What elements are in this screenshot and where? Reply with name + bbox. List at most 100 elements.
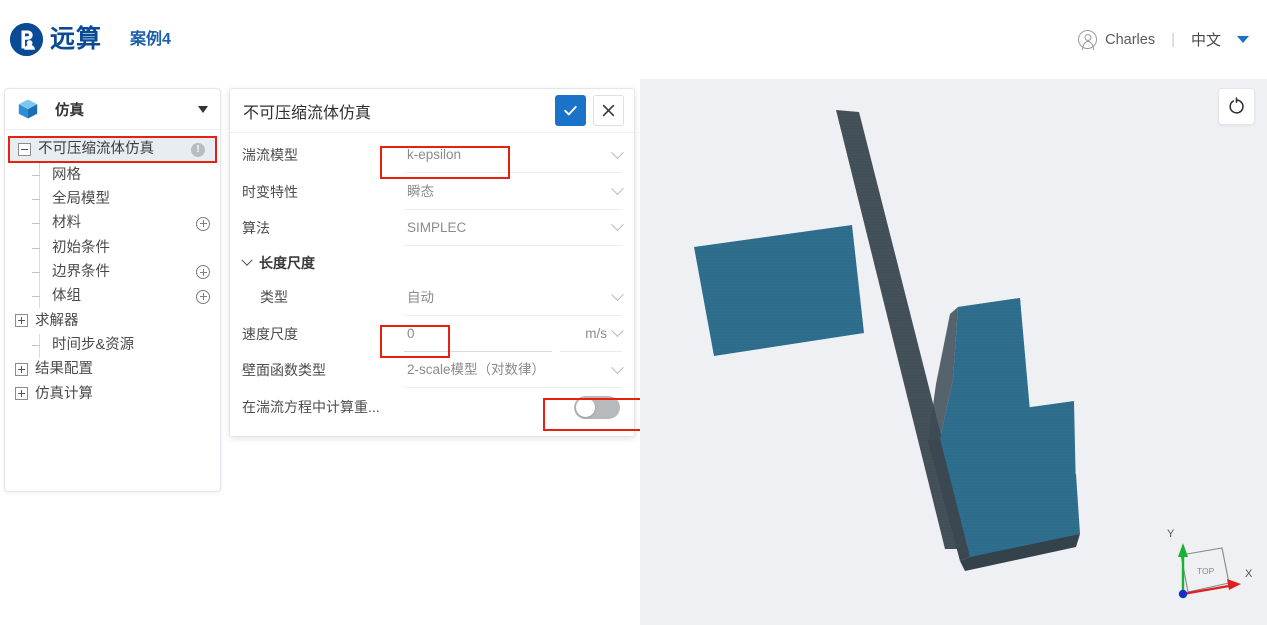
row-gravity-in-turbulence: 在湍流方程中计算重...: [242, 388, 622, 426]
sidebar-item-initial-conditions[interactable]: 初始条件: [5, 236, 220, 260]
field-value: 自动: [407, 289, 434, 305]
confirm-button[interactable]: [555, 95, 586, 126]
sidebar-item-simulation-run[interactable]: 仿真计算: [5, 382, 220, 406]
dialog-actions: [555, 95, 624, 126]
chevron-down-icon: [611, 218, 624, 232]
axis-face-label: TOP: [1197, 566, 1215, 576]
toggle-knob: [576, 397, 595, 417]
field-value: SIMPLEC: [407, 220, 467, 236]
sidebar-item-label: 时间步&资源: [52, 336, 135, 353]
sidebar-item-label: 网格: [52, 166, 81, 183]
tree-branch-icon: [32, 193, 45, 206]
tree-branch-icon: [32, 290, 45, 303]
sidebar-item-label: 体组: [52, 288, 81, 305]
company-logo-b-circle-icon: [10, 23, 43, 56]
field-value: k-epsilon: [407, 147, 462, 163]
field-label: 在湍流方程中计算重...: [242, 399, 380, 416]
row-velocity-scale: 速度尺度 0 m/s: [242, 316, 624, 352]
tree-branch-icon: [32, 266, 45, 279]
rotate-reset-icon: [1229, 97, 1244, 114]
sidebar-panel: 仿真 不可压缩流体仿真 ! 网格 全局模型 材料 初始条件 边界条件 体组 求解…: [4, 88, 221, 492]
caret-down-icon[interactable]: [198, 105, 208, 113]
sidebar-item-result-config[interactable]: 结果配置: [5, 357, 220, 381]
field-label: 时变特性: [242, 183, 298, 200]
sidebar-item-label: 仿真计算: [35, 385, 93, 402]
sidebar-item-label: 结果配置: [35, 361, 93, 378]
tree-branch-icon: [32, 169, 45, 182]
row-wall-function: 壁面函数类型 2-scale模型（对数律）: [242, 352, 624, 389]
language-switcher[interactable]: 中文: [1191, 29, 1249, 50]
gravity-toggle-control: [404, 388, 622, 426]
top-bar: 远算 案例4 Charles | 中文: [0, 0, 1267, 79]
time-dependency-select[interactable]: 瞬态: [404, 173, 624, 210]
user-menu[interactable]: Charles: [1078, 30, 1155, 49]
row-time-dependency: 时变特性 瞬态: [242, 173, 624, 210]
application-root: 远算 案例4 Charles | 中文 仿真 不可压缩流体仿真 ! 网格 全局模…: [0, 0, 1267, 625]
tree-branch-icon: [32, 242, 45, 255]
plus-circle-icon[interactable]: [196, 265, 210, 280]
sidebar-item-label: 不可压缩流体仿真: [38, 141, 154, 158]
sidebar-header[interactable]: 仿真: [5, 89, 220, 130]
sidebar-item-mesh[interactable]: 网格: [5, 163, 220, 187]
algorithm-select[interactable]: SIMPLEC: [404, 210, 624, 247]
collapse-minus-icon[interactable]: [18, 143, 31, 156]
sidebar-item-material[interactable]: 材料: [5, 212, 220, 236]
chevron-down-icon: [241, 254, 253, 266]
row-length-type: 类型 自动: [242, 279, 624, 316]
expand-plus-icon[interactable]: [15, 363, 28, 377]
wall-function-select[interactable]: 2-scale模型（对数律）: [404, 352, 624, 389]
sidebar-item-solver[interactable]: 求解器: [5, 309, 220, 333]
gravity-in-turbulence-toggle[interactable]: [574, 395, 620, 419]
mesh-upper-slab: [694, 225, 864, 356]
sidebar-item-label: 全局模型: [52, 191, 110, 208]
velocity-scale-input[interactable]: 0: [404, 327, 415, 341]
velocity-scale-control: 0 m/s: [404, 316, 624, 352]
topbar-separator: |: [1171, 31, 1175, 48]
user-avatar-icon: [1078, 30, 1098, 49]
user-name: Charles: [1105, 31, 1156, 48]
plus-circle-icon[interactable]: [196, 289, 210, 304]
chevron-down-icon[interactable]: [611, 324, 624, 338]
reset-view-button[interactable]: [1218, 88, 1255, 125]
sidebar-item-incompressible-flow[interactable]: 不可压缩流体仿真 !: [8, 136, 217, 163]
close-icon: [602, 104, 615, 117]
field-label: 壁面函数类型: [242, 362, 326, 379]
plus-circle-icon[interactable]: [196, 216, 210, 231]
axis-triad-widget[interactable]: Y X TOP: [1149, 515, 1259, 615]
brand-area[interactable]: 远算 案例4: [10, 23, 171, 56]
sidebar-item-label: 材料: [52, 215, 81, 232]
dialog-title: 不可压缩流体仿真: [243, 104, 372, 122]
tree-branch-icon: [32, 339, 45, 352]
sidebar-item-label: 边界条件: [52, 264, 110, 281]
expand-plus-icon[interactable]: [15, 314, 28, 328]
sidebar-item-volume-group[interactable]: 体组: [5, 284, 220, 308]
sidebar-item-label: 求解器: [35, 312, 79, 329]
axis-y-arrow: [1178, 543, 1188, 557]
field-value: 瞬态: [407, 183, 434, 199]
section-length-scale[interactable]: 长度尺度: [241, 246, 622, 279]
chevron-down-icon: [611, 182, 624, 196]
sidebar-item-global-model[interactable]: 全局模型: [5, 187, 220, 211]
cube-icon: [17, 98, 39, 120]
field-label: 湍流模型: [242, 147, 298, 164]
turbulence-model-select[interactable]: k-epsilon: [404, 137, 624, 174]
chevron-down-icon: [611, 288, 624, 301]
dialog-header: 不可压缩流体仿真: [230, 89, 634, 133]
top-bar-right: Charles | 中文: [1078, 0, 1249, 79]
axis-origin-point: [1178, 589, 1188, 599]
sidebar-title: 仿真: [55, 102, 84, 119]
row-algorithm: 算法 SIMPLEC: [242, 210, 624, 247]
cancel-button[interactable]: [593, 95, 624, 126]
3d-viewport[interactable]: Y X TOP: [640, 79, 1267, 625]
settings-dialog: 不可压缩流体仿真 湍流模型 k-epsilon 时变特性 瞬态 算法 SIMPL…: [229, 88, 644, 437]
field-label: 速度尺度: [242, 325, 298, 342]
case-name: 案例4: [130, 30, 171, 48]
sidebar-item-timestep-resource[interactable]: 时间步&资源: [5, 333, 220, 357]
language-label: 中文: [1190, 32, 1221, 49]
row-turbulence-model: 湍流模型 k-epsilon: [242, 137, 624, 174]
axis-x-label: X: [1245, 568, 1253, 580]
expand-plus-icon[interactable]: [15, 387, 28, 401]
length-type-select[interactable]: 自动: [404, 279, 624, 316]
dialog-body: 湍流模型 k-epsilon 时变特性 瞬态 算法 SIMPLEC 长度尺度 类…: [230, 133, 634, 426]
sidebar-item-boundary-conditions[interactable]: 边界条件: [5, 260, 220, 284]
